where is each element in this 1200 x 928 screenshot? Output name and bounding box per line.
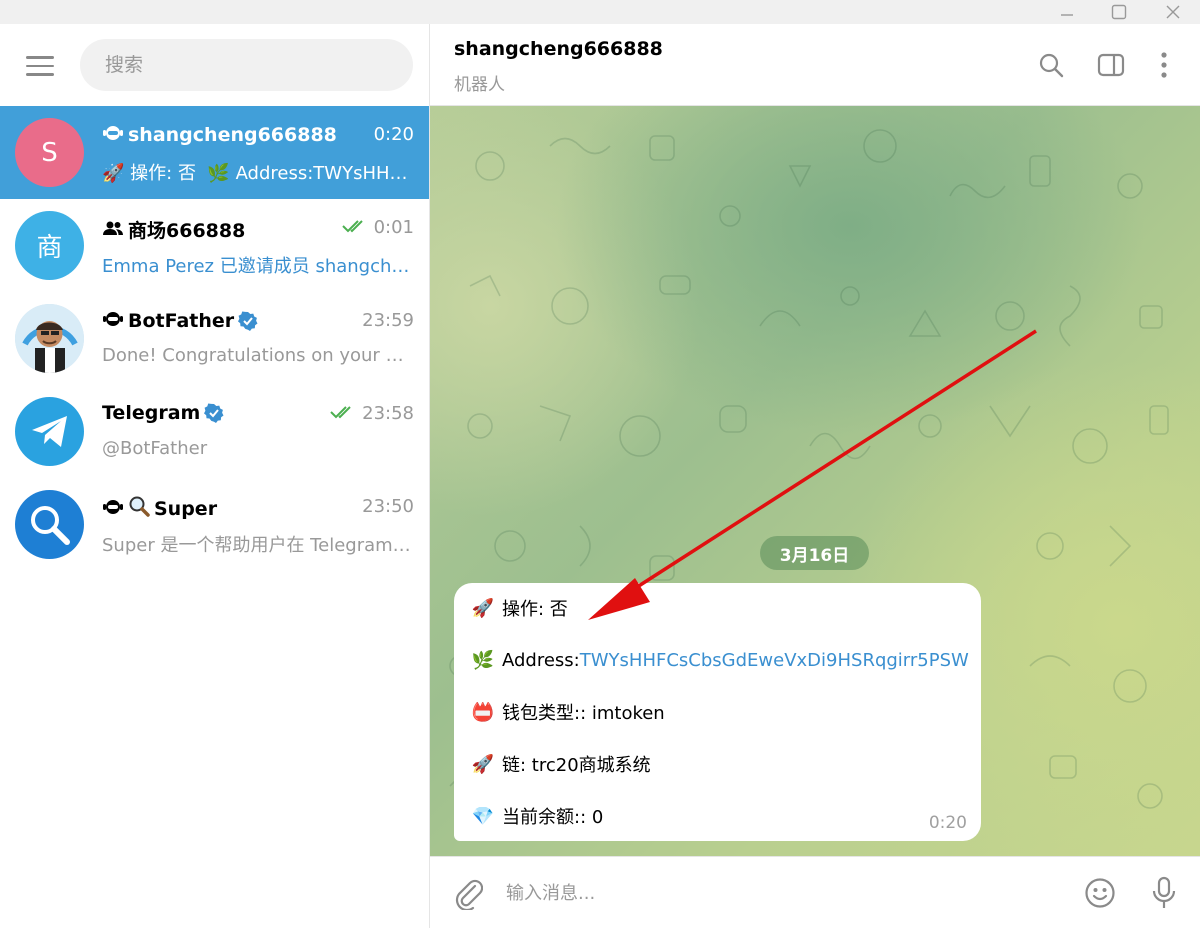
- message-bubble[interactable]: 🚀 操作: 否 🌿 Address: TWYsHHFCsCbsGdEweVxDi9…: [454, 583, 981, 841]
- message-line-wallet: 📛 钱包类型:: imtoken: [470, 699, 665, 725]
- botfather-avatar: [15, 304, 84, 373]
- chat-preview: 🚀 操作: 否 🌿 Address:TWYsHHFCsCbsGdEweVxDi9…: [102, 159, 414, 185]
- chat-item-shangcheng666888[interactable]: S shangcheng666888 0:20 🚀 操作: 否 🌿 Addres…: [0, 106, 429, 199]
- chat-time: 0:20: [373, 124, 414, 145]
- chat-preview: @BotFather: [102, 438, 208, 459]
- search-input[interactable]: [80, 39, 413, 91]
- paperclip-icon[interactable]: [448, 873, 488, 913]
- chat-list: S shangcheng666888 0:20 🚀 操作: 否 🌿 Addres…: [0, 106, 429, 571]
- message-text: 操作: 否: [502, 599, 568, 620]
- chat-name-text: shangcheng666888: [128, 123, 337, 146]
- chat-item-botfather[interactable]: BotFather 23:59 Done! Congratulations on…: [0, 292, 429, 385]
- more-vertical-icon[interactable]: [1147, 48, 1181, 82]
- chat-name: Super: [102, 495, 217, 522]
- date-separator: 3月16日: [760, 536, 869, 570]
- chat-item-shangchang666888[interactable]: 商 商场666888 0:01 Emma Perez 已邀请成员 shangch…: [0, 199, 429, 292]
- minimize-icon[interactable]: [1044, 0, 1090, 24]
- smile-icon[interactable]: [1080, 873, 1120, 913]
- chat-time-text: 0:01: [373, 217, 414, 238]
- super-avatar: [15, 490, 84, 559]
- rocket-icon: 🚀: [471, 753, 495, 775]
- chat-name-text: Telegram: [102, 402, 201, 424]
- chat-time: 23:58: [330, 403, 414, 424]
- avatar: S: [15, 118, 84, 187]
- message-input[interactable]: [506, 873, 1066, 913]
- avatar-letter: S: [41, 137, 58, 168]
- search-icon[interactable]: [1034, 48, 1068, 82]
- rocket-icon: 🚀: [102, 163, 125, 184]
- double-check-icon: [330, 403, 356, 424]
- chat-name-text: 商场666888: [128, 220, 246, 242]
- verified-badge-icon: [238, 311, 258, 331]
- bot-icon: [102, 123, 124, 146]
- chat-name: 商场666888: [102, 216, 245, 243]
- avatar: 商: [15, 211, 84, 280]
- herb-icon: 🌿: [207, 163, 230, 184]
- chat-preview-address: Address:TWYsHHFCsCbsGdEweVxDi9HSRqgirr5P…: [235, 163, 414, 184]
- chat-title[interactable]: shangcheng666888: [454, 38, 663, 60]
- sidebar-toggle-icon[interactable]: [1094, 48, 1128, 82]
- chat-preview: Emma Perez 已邀请成员 shangcheng666888: [102, 256, 414, 277]
- chat-time-text: 23:58: [362, 403, 414, 424]
- group-icon: [102, 219, 124, 241]
- verified-badge-icon: [204, 403, 224, 423]
- message-line-address: 🌿 Address: TWYsHHFCsCbsGdEweVxDi9HSRqgirr…: [470, 647, 969, 673]
- bot-icon: [102, 309, 124, 332]
- gem-icon: 💎: [471, 805, 495, 827]
- chat-preview-prefix: 操作: 否: [130, 163, 196, 184]
- avatar-letter: 商: [36, 233, 63, 263]
- close-icon[interactable]: [1150, 0, 1196, 24]
- chat-time: 23:50: [362, 496, 414, 517]
- message-time: 0:20: [928, 813, 967, 833]
- chat-header: shangcheng666888 机器人: [430, 24, 1200, 106]
- message-text: 链: trc20商城系统: [502, 755, 651, 776]
- microphone-icon[interactable]: [1144, 873, 1184, 913]
- message-text: Address:: [502, 649, 580, 671]
- maximize-icon[interactable]: [1096, 0, 1142, 24]
- chat-time: 0:01: [341, 217, 414, 238]
- bot-icon: [102, 497, 124, 520]
- magnifier-icon: [128, 495, 150, 522]
- message-line-chain: 🚀 链: trc20商城系统: [470, 751, 651, 777]
- message-line-operation: 🚀 操作: 否: [470, 595, 568, 621]
- sidebar-header: [0, 24, 429, 106]
- window-titlebar: [0, 0, 1200, 24]
- hamburger-menu-icon[interactable]: [20, 46, 60, 86]
- chat-time: 23:59: [362, 310, 414, 331]
- message-line-balance: 💎 当前余额:: 0: [470, 803, 604, 829]
- chat-name-text: BotFather: [128, 309, 235, 332]
- chat-preview: Done! Congratulations on your new bot.: [102, 345, 414, 366]
- chat-item-super[interactable]: Super 23:50 Super 是一个帮助用户在 Telegram 中搜索的…: [0, 478, 429, 571]
- chat-preview: Super 是一个帮助用户在 Telegram 中搜索的机器人: [102, 535, 414, 556]
- rocket-icon: 🚀: [471, 597, 495, 619]
- chat-panel: shangcheng666888 机器人 3月16日 🚀 操作: 否 🌿 Add…: [430, 24, 1200, 928]
- chat-name: BotFather: [102, 309, 258, 332]
- chat-name-text: Super: [154, 497, 218, 520]
- message-text: 钱包类型:: imtoken: [502, 703, 665, 724]
- sidebar: S shangcheng666888 0:20 🚀 操作: 否 🌿 Addres…: [0, 24, 429, 928]
- address-link[interactable]: TWYsHHFCsCbsGdEweVxDi9HSRqgirr5PSW: [580, 650, 969, 671]
- herb-icon: 🌿: [471, 649, 495, 671]
- chat-name: shangcheng666888: [102, 123, 337, 146]
- chat-background: 3月16日 🚀 操作: 否 🌿 Address: TWYsHHFCsCbsGdEw…: [430, 106, 1200, 856]
- telegram-avatar: [15, 397, 84, 466]
- double-check-icon: [341, 217, 368, 238]
- chat-item-telegram[interactable]: Telegram 23:58 @BotFather: [0, 385, 429, 478]
- message-composer: [430, 856, 1200, 928]
- message-text: 当前余额:: 0: [502, 807, 604, 828]
- chat-subtitle: 机器人: [454, 75, 505, 95]
- name-badge-icon: 📛: [471, 701, 495, 723]
- chat-name: Telegram: [102, 402, 224, 424]
